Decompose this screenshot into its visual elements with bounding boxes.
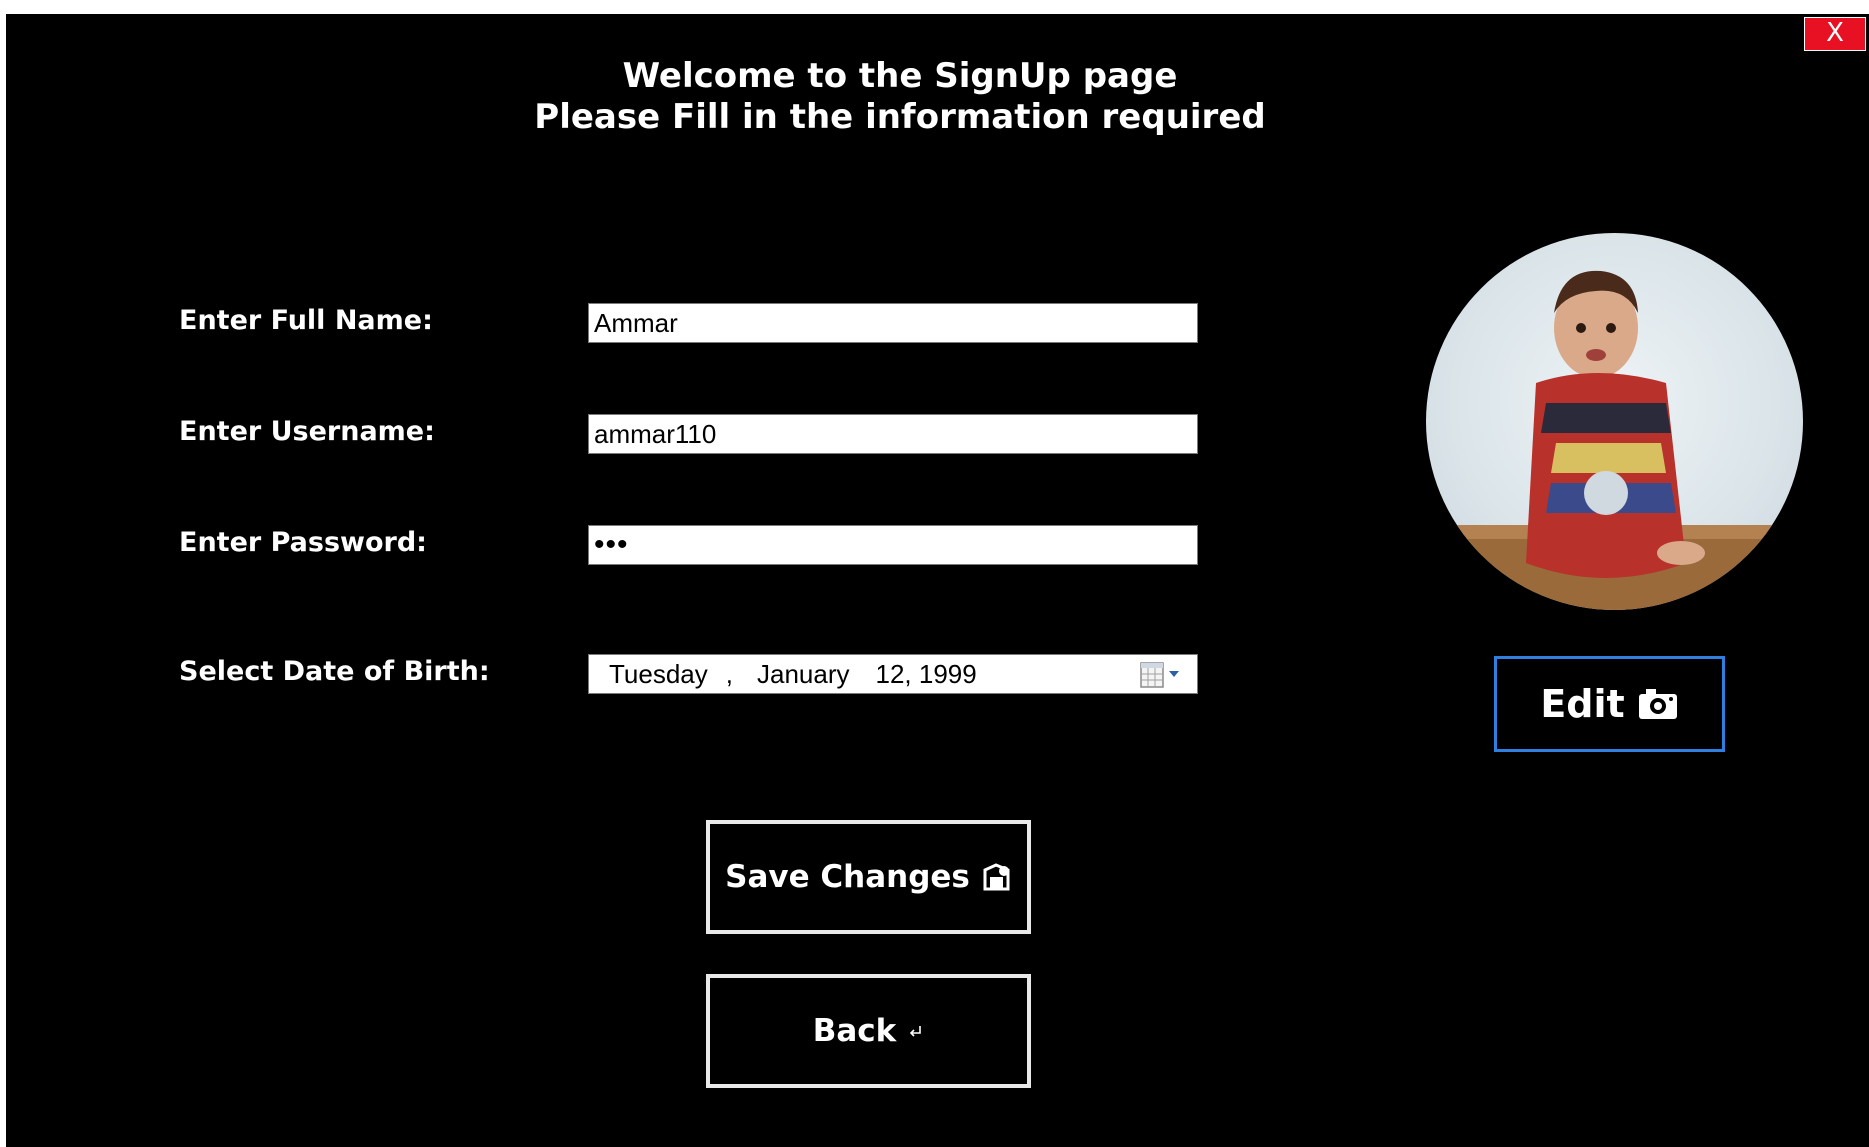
- full-name-label: Enter Full Name:: [179, 305, 433, 336]
- dob-label: Select Date of Birth:: [179, 656, 490, 687]
- return-arrow-icon: [910, 1026, 922, 1037]
- calendar-dropdown-button[interactable]: [1139, 661, 1183, 689]
- back-label: Back: [812, 1013, 897, 1049]
- camera-icon: [1638, 689, 1677, 719]
- dob-day-year[interactable]: 12, 1999: [876, 655, 977, 693]
- back-button[interactable]: Back: [706, 974, 1031, 1088]
- password-label: Enter Password:: [179, 527, 427, 558]
- profile-photo: [1426, 233, 1803, 610]
- edit-photo-button[interactable]: Edit: [1494, 656, 1725, 752]
- dob-picker[interactable]: Tuesday , January 12, 1999: [588, 654, 1198, 694]
- username-input[interactable]: [588, 414, 1198, 454]
- password-input[interactable]: •••: [588, 525, 1198, 565]
- dob-weekday[interactable]: Tuesday: [609, 655, 708, 693]
- edit-label: Edit: [1540, 682, 1625, 726]
- save-label: Save Changes: [725, 859, 970, 895]
- dob-month[interactable]: January: [757, 655, 850, 693]
- page-title: Welcome to the SignUp page Please Fill i…: [0, 56, 1800, 138]
- close-button[interactable]: X: [1804, 17, 1866, 51]
- window-top-edge: [0, 0, 1869, 14]
- username-label: Enter Username:: [179, 416, 435, 447]
- calendar-icon: [1140, 662, 1179, 688]
- title-line-2: Please Fill in the information required: [534, 97, 1266, 137]
- full-name-input[interactable]: [588, 303, 1198, 343]
- save-icon: [983, 863, 1010, 891]
- save-changes-button[interactable]: Save Changes: [706, 820, 1031, 934]
- title-line-1: Welcome to the SignUp page: [622, 56, 1178, 96]
- dob-separator: ,: [725, 659, 733, 689]
